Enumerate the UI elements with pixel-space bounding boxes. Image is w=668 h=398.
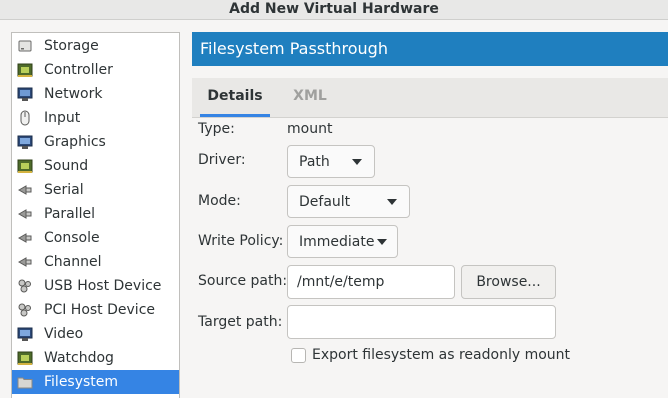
sidebar-item-filesystem[interactable]: Filesystem <box>12 370 179 394</box>
driver-dropdown[interactable]: Path <box>287 145 375 178</box>
sidebar-item-label: Sound <box>44 158 89 174</box>
tab-details[interactable]: Details <box>200 78 270 117</box>
mode-dropdown[interactable]: Default <box>287 185 410 218</box>
serial-plug-icon <box>17 182 33 198</box>
readonly-checkbox-label[interactable]: Export filesystem as readonly mount <box>312 347 570 363</box>
chevron-down-icon <box>352 159 362 165</box>
sidebar-item-storage[interactable]: Storage <box>12 34 179 58</box>
watchdog-chip-icon <box>17 350 33 366</box>
source-path-label: Source path: <box>198 273 288 289</box>
sidebar-item-label: PCI Host Device <box>44 302 156 318</box>
sidebar-item-label: Console <box>44 230 100 246</box>
sidebar-item-input[interactable]: Input <box>12 106 179 130</box>
panel-title: Filesystem Passthrough <box>200 39 388 58</box>
pci-device-icon <box>17 302 33 318</box>
disk-icon <box>17 38 33 54</box>
readonly-checkbox[interactable] <box>291 348 306 363</box>
console-plug-icon <box>17 230 33 246</box>
sidebar-item-label: Network <box>44 86 103 102</box>
window-title: Add New Virtual Hardware <box>0 0 668 20</box>
sidebar-item-sound[interactable]: Sound <box>12 154 179 178</box>
display-icon <box>17 134 33 150</box>
sidebar-item-pci-host-device[interactable]: PCI Host Device <box>12 298 179 322</box>
sound-card-icon <box>17 158 33 174</box>
sidebar-item-label: Parallel <box>44 206 96 222</box>
sidebar-item-label: USB Host Device <box>44 278 162 294</box>
mouse-icon <box>17 110 33 126</box>
type-value: mount <box>287 121 333 137</box>
panel-header: Filesystem Passthrough <box>192 32 668 66</box>
sidebar-item-label: Video <box>44 326 84 342</box>
tab-xml[interactable]: XML <box>280 78 340 117</box>
driver-selected-value: Path <box>299 153 330 170</box>
usb-device-icon <box>17 278 33 294</box>
mode-label: Mode: <box>198 193 241 209</box>
sidebar-item-console[interactable]: Console <box>12 226 179 250</box>
sidebar-item-serial[interactable]: Serial <box>12 178 179 202</box>
sidebar-item-label: Graphics <box>44 134 106 150</box>
sidebar-item-label: Watchdog <box>44 350 114 366</box>
hardware-type-list[interactable]: Storage Controller Network Input Graphic… <box>11 32 180 398</box>
parallel-plug-icon <box>17 206 33 222</box>
sidebar-item-label: Filesystem <box>44 374 119 390</box>
sidebar-item-watchdog[interactable]: Watchdog <box>12 346 179 370</box>
sidebar-item-controller[interactable]: Controller <box>12 58 179 82</box>
video-display-icon <box>17 326 33 342</box>
sidebar-item-label: Input <box>44 110 81 126</box>
target-path-label: Target path: <box>198 314 283 330</box>
driver-label: Driver: <box>198 152 246 168</box>
browse-button[interactable]: Browse... <box>461 265 556 299</box>
sidebar-item-network[interactable]: Network <box>12 82 179 106</box>
source-path-input[interactable] <box>287 265 455 299</box>
channel-plug-icon <box>17 254 33 270</box>
sidebar-item-label: Controller <box>44 62 113 78</box>
sidebar-item-usb-host-device[interactable]: USB Host Device <box>12 274 179 298</box>
sidebar-item-channel[interactable]: Channel <box>12 250 179 274</box>
sidebar-item-label: Storage <box>44 38 99 54</box>
target-path-input[interactable] <box>287 305 556 339</box>
sidebar-item-label: Channel <box>44 254 102 270</box>
sidebar-item-label: Serial <box>44 182 84 198</box>
network-monitor-icon <box>17 86 33 102</box>
sidebar-item-parallel[interactable]: Parallel <box>12 202 179 226</box>
write-policy-label: Write Policy: <box>198 233 284 249</box>
chevron-down-icon <box>377 239 387 245</box>
type-label: Type: <box>198 121 235 137</box>
controller-chip-icon <box>17 62 33 78</box>
write-policy-dropdown[interactable]: Immediate <box>287 225 398 258</box>
mode-selected-value: Default <box>299 193 351 210</box>
chevron-down-icon <box>387 199 397 205</box>
sidebar-item-video[interactable]: Video <box>12 322 179 346</box>
folder-icon <box>17 374 33 390</box>
sidebar-item-graphics[interactable]: Graphics <box>12 130 179 154</box>
tab-bar: Details XML <box>192 78 668 118</box>
write-policy-selected-value: Immediate <box>299 233 375 250</box>
